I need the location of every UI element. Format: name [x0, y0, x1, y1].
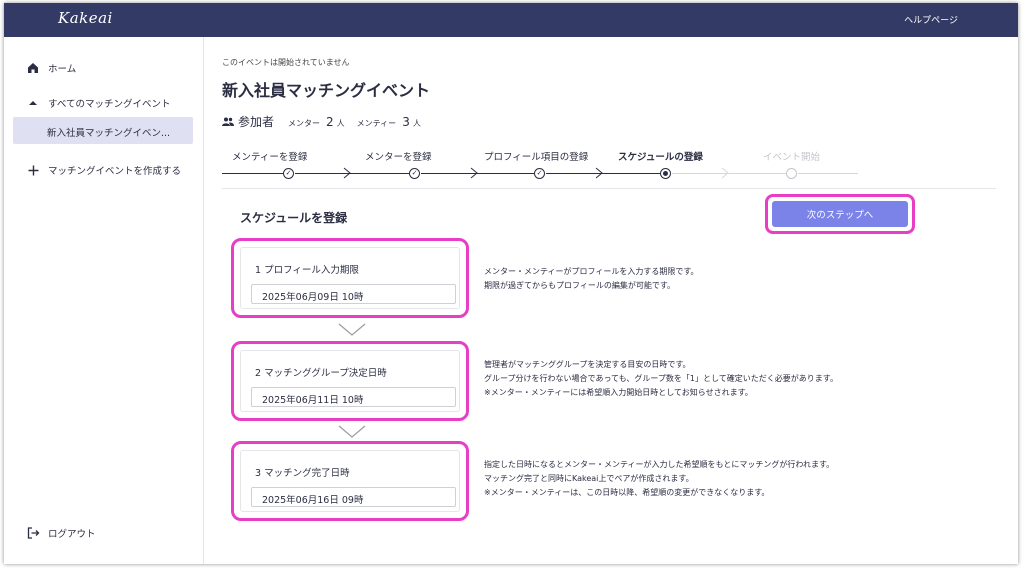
step-1-label: メンティーを登録: [232, 152, 308, 163]
step-4-label: スケジュールの登録: [618, 152, 703, 163]
schedule-card-highlight: 1 プロフィール入力期限 2025年06月09日 10時: [231, 238, 469, 318]
sidebar-item-label: マッチングイベントを作成する: [48, 166, 182, 177]
step-4-current-icon: [660, 168, 671, 179]
step-arrow-icon: [470, 167, 478, 179]
logout-button[interactable]: ログアウト: [26, 526, 96, 540]
schedule-3-description: 指定した日時になるとメンター・メンティーが入力した希望順をもとにマッチングが行わ…: [484, 460, 835, 497]
step-2-label: メンターを登録: [365, 152, 432, 163]
step-arrow-icon: [343, 167, 351, 179]
step-connector: [352, 173, 409, 174]
step-arrow-icon: [721, 167, 729, 179]
group-decision-field[interactable]: 2025年06月11日 10時: [251, 387, 456, 407]
mentor-unit: 人: [336, 119, 345, 128]
schedule-card-title: 1 プロフィール入力期限: [255, 265, 359, 276]
step-1-check-icon: ✓: [283, 168, 294, 179]
mentor-label: メンター: [288, 119, 321, 128]
sidebar-item-all-events[interactable]: すべてのマッチングイベント: [26, 96, 170, 110]
plus-icon: [26, 165, 40, 176]
schedule-1-description: メンター・メンティーがプロフィールを入力する期限です。 期限が過ぎてからもプロフ…: [484, 267, 699, 290]
home-icon: [26, 62, 40, 74]
chevron-down-icon: [338, 323, 366, 336]
step-5-pending-icon: [786, 168, 797, 179]
schedule-card-highlight: 2 マッチンググループ決定日時 2025年06月11日 10時: [231, 341, 469, 421]
mentor-count: 2: [326, 115, 334, 129]
next-step-button[interactable]: 次のステップへ: [772, 201, 908, 227]
mentee-unit: 人: [412, 119, 421, 128]
step-3-check-icon: ✓: [534, 168, 545, 179]
step-2-check-icon: ✓: [409, 168, 420, 179]
schedule-card-title: 2 マッチンググループ決定日時: [255, 368, 387, 379]
step-connector: [603, 173, 660, 174]
app-window: Kakeai ヘルプページ ホーム すべてのマッチングイベント 新入社員マッチン…: [4, 3, 1018, 564]
participants-label: 参加者: [238, 115, 275, 129]
mentee-count: 3: [402, 115, 410, 129]
sidebar-item-active-event[interactable]: 新入社員マッチングイベン...: [13, 117, 193, 144]
participants-summary: 参加者 メンター 2 人 メンティー 3 人: [222, 113, 421, 130]
sidebar-item-home[interactable]: ホーム: [26, 61, 76, 75]
top-header: Kakeai ヘルプページ: [4, 3, 1018, 37]
chevron-down-icon: [338, 425, 366, 438]
step-5-label: イベント開始: [763, 152, 821, 163]
sidebar-item-create-event[interactable]: マッチングイベントを作成する: [26, 163, 181, 177]
section-title: スケジュールを登録: [240, 211, 348, 225]
step-connector: [478, 173, 534, 174]
schedule-card-title: 3 マッチング完了日時: [255, 468, 350, 479]
schedule-2-description: 管理者がマッチンググループを決定する目安の日時です。 グループ分けを行わない場合…: [484, 360, 838, 397]
page-title: 新入社員マッチングイベント: [222, 81, 431, 100]
step-arrow-icon: [595, 167, 603, 179]
sidebar: ホーム すべてのマッチングイベント 新入社員マッチングイベン... マッチングイ…: [4, 37, 204, 564]
mentee-label: メンティー: [356, 119, 397, 128]
kakeai-logo[interactable]: Kakeai: [58, 9, 113, 27]
schedule-card-profile-deadline: 1 プロフィール入力期限 2025年06月09日 10時: [240, 247, 460, 309]
sidebar-item-label: すべてのマッチングイベント: [48, 99, 171, 110]
help-page-link[interactable]: ヘルプページ: [904, 13, 958, 26]
people-icon: [222, 117, 234, 128]
step-3-label: プロフィール項目の登録: [484, 152, 589, 163]
logout-icon: [26, 527, 40, 539]
schedule-card-group-decision: 2 マッチンググループ決定日時 2025年06月11日 10時: [240, 350, 460, 412]
next-button-highlight: 次のステップへ: [765, 194, 915, 234]
schedule-card-matching-complete: 3 マッチング完了日時 2025年06月16日 09時: [240, 450, 460, 512]
main-content: このイベントは開始されていません 新入社員マッチングイベント 参加者 メンター …: [204, 37, 1018, 564]
step-connector: [222, 173, 284, 174]
caret-up-icon: [26, 100, 40, 106]
progress-stepper: メンティーを登録 メンターを登録 プロフィール項目の登録 スケジュールの登録 イ…: [222, 145, 996, 189]
schedule-card-highlight: 3 マッチング完了日時 2025年06月16日 09時: [231, 441, 469, 521]
profile-deadline-field[interactable]: 2025年06月09日 10時: [251, 284, 456, 304]
sidebar-item-label: ホーム: [48, 64, 77, 75]
matching-complete-field[interactable]: 2025年06月16日 09時: [251, 487, 456, 507]
step-connector: [798, 173, 858, 174]
step-connector: [729, 173, 786, 174]
event-status-notice: このイベントは開始されていません: [222, 58, 350, 67]
sidebar-item-label: ログアウト: [48, 529, 96, 540]
